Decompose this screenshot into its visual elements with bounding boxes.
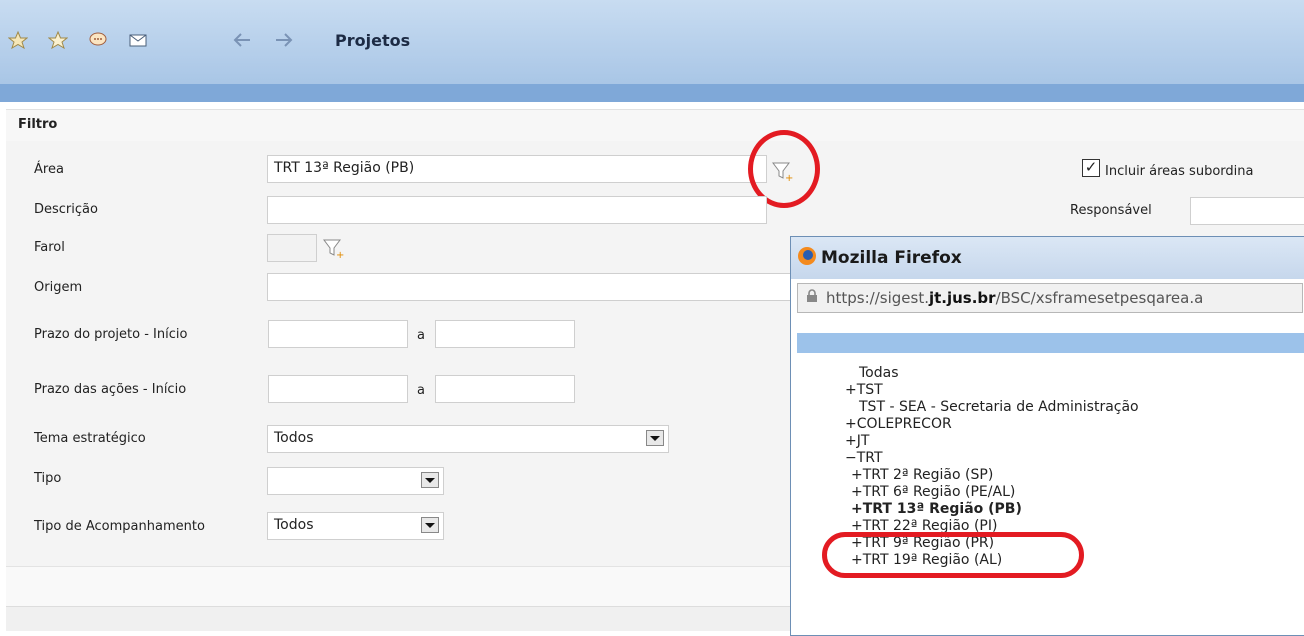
descricao-label: Descrição: [34, 202, 98, 217]
prazo-projeto-label: Prazo do projeto - Início: [34, 327, 188, 342]
prazo-projeto-start[interactable]: [268, 320, 408, 348]
lock-icon: [806, 289, 818, 307]
chevron-down-icon[interactable]: [421, 472, 439, 488]
tipo-select[interactable]: [267, 467, 444, 495]
responsavel-field[interactable]: [1190, 197, 1304, 225]
annotation-oval: [822, 532, 1084, 578]
area-field[interactable]: TRT 13ª Região (PB): [267, 155, 767, 183]
origem-field[interactable]: [267, 273, 792, 301]
back-arrow-icon[interactable]: [232, 30, 252, 50]
descricao-field[interactable]: [267, 196, 767, 224]
tree-item[interactable]: Todas: [839, 365, 1139, 382]
acompanhamento-select[interactable]: Todos: [267, 512, 444, 540]
popup-url: https://sigest.jt.jus.br/BSC/xsframesetp…: [826, 289, 1203, 307]
top-toolbar: Projetos: [0, 0, 1304, 84]
popup-titlebar: Mozilla Firefox: [791, 237, 1304, 279]
toolbar-icons: [8, 30, 148, 50]
farol-label: Farol: [34, 240, 65, 255]
filter-header[interactable]: Filtro: [6, 109, 1304, 143]
star-icon[interactable]: [48, 30, 68, 50]
url-domain: jt.jus.br: [928, 289, 996, 307]
farol-filter-icon[interactable]: +: [322, 237, 344, 261]
acompanhamento-label: Tipo de Acompanhamento: [34, 519, 205, 534]
popup-header-strip: [797, 333, 1304, 353]
page-title: Projetos: [335, 31, 411, 50]
firefox-icon: [797, 246, 817, 271]
url-suffix: /BSC/xsframesetpesqarea.a: [995, 289, 1204, 307]
tree-item[interactable]: +TRT 2ª Região (SP): [839, 467, 1139, 484]
tree-item[interactable]: +TST: [839, 382, 1139, 399]
popup-title: Mozilla Firefox: [821, 248, 962, 268]
responsavel-label: Responsável: [1070, 203, 1152, 218]
prazo-projeto-a: a: [417, 328, 425, 343]
svg-text:+: +: [336, 250, 344, 259]
chevron-down-icon[interactable]: [421, 517, 439, 533]
tree-item-selected[interactable]: +TRT 13ª Região (PB): [839, 501, 1139, 518]
popup-url-bar[interactable]: https://sigest.jt.jus.br/BSC/xsframesetp…: [797, 283, 1303, 313]
include-subordinate-label: Incluir áreas subordina: [1105, 164, 1254, 179]
filter-header-label: Filtro: [18, 117, 58, 132]
tree-item[interactable]: +JT: [839, 433, 1139, 450]
tema-label: Tema estratégico: [34, 431, 146, 446]
prazo-acoes-a: a: [417, 383, 425, 398]
tree-item[interactable]: TST - SEA - Secretaria de Administração: [839, 399, 1139, 416]
area-label: Área: [34, 162, 64, 177]
origem-label: Origem: [34, 280, 83, 295]
tree-item[interactable]: +TRT 6ª Região (PE/AL): [839, 484, 1139, 501]
chat-icon[interactable]: [88, 30, 108, 50]
tema-select-value: Todos: [274, 430, 314, 446]
tema-select[interactable]: Todos: [267, 425, 669, 453]
history-nav: [232, 30, 294, 50]
prazo-acoes-label: Prazo das ações - Início: [34, 382, 187, 397]
tree-item[interactable]: +COLEPRECOR: [839, 416, 1139, 433]
acompanhamento-select-value: Todos: [274, 517, 314, 533]
prazo-projeto-end[interactable]: [435, 320, 575, 348]
include-subordinate-checkbox[interactable]: ✓: [1082, 159, 1100, 177]
farol-field[interactable]: [267, 234, 317, 262]
tree-item[interactable]: −TRT: [839, 450, 1139, 467]
prazo-acoes-start[interactable]: [268, 375, 408, 403]
url-prefix: https://sigest.: [826, 289, 929, 307]
mail-icon[interactable]: [128, 30, 148, 50]
tipo-label: Tipo: [34, 471, 62, 486]
header-strip: [0, 84, 1304, 102]
add-favorite-icon[interactable]: [8, 30, 28, 50]
forward-arrow-icon[interactable]: [274, 30, 294, 50]
prazo-acoes-end[interactable]: [435, 375, 575, 403]
chevron-down-icon[interactable]: [646, 430, 664, 446]
